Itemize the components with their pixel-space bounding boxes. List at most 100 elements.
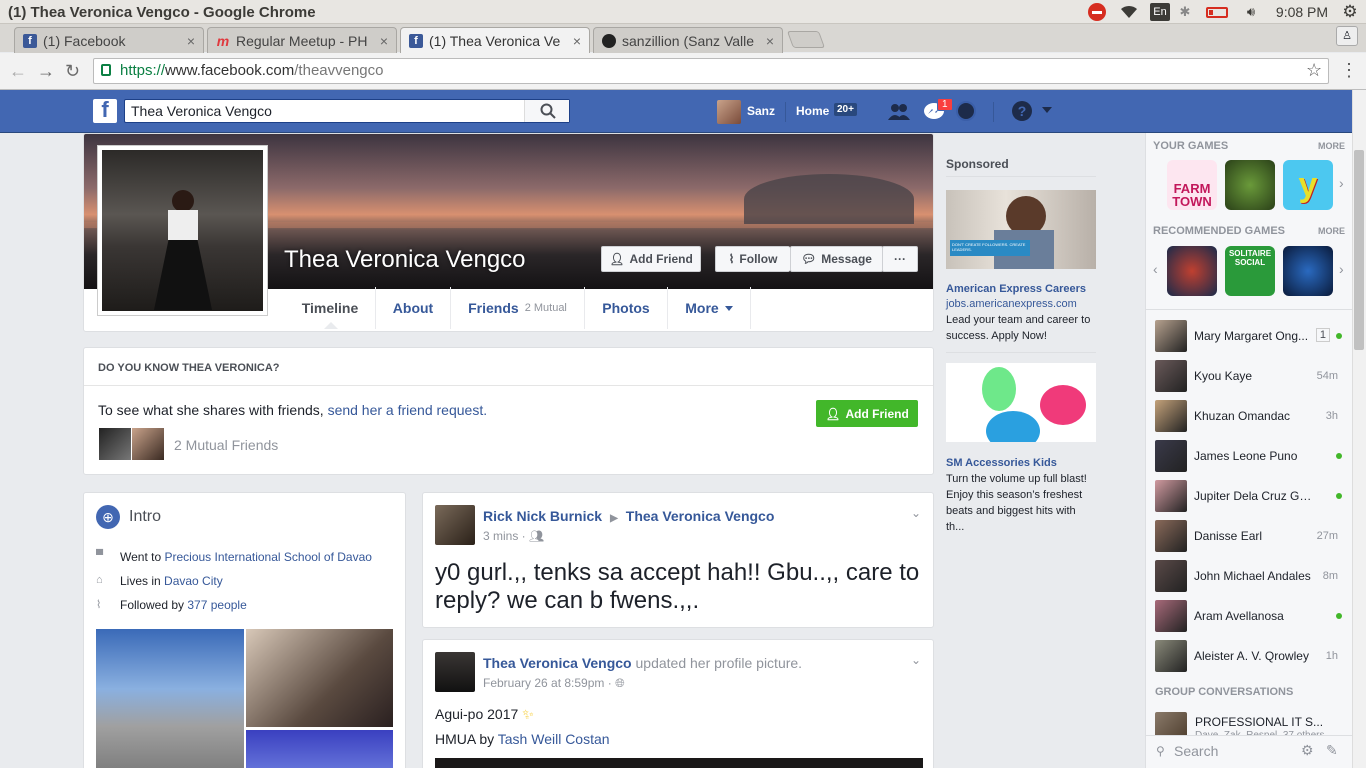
- friend-requests-icon[interactable]: [887, 102, 911, 125]
- post-photo[interactable]: [435, 758, 923, 768]
- help-question-icon[interactable]: ?: [1012, 101, 1032, 121]
- notifications-globe-icon[interactable]: [956, 101, 976, 121]
- game-yahtzee[interactable]: y: [1283, 160, 1333, 210]
- post-options-chevron-icon[interactable]: ⌄: [911, 653, 921, 667]
- profile-name[interactable]: Thea Veronica Vengco: [284, 246, 526, 274]
- bluetooth-icon[interactable]: ✱: [1178, 3, 1192, 21]
- group-name[interactable]: PROFESSIONAL IT S...: [1195, 715, 1323, 729]
- close-tab-icon[interactable]: ×: [380, 33, 388, 49]
- close-tab-icon[interactable]: ×: [766, 33, 774, 49]
- reload-icon[interactable]: ↻: [65, 61, 80, 82]
- online-indicator-icon: [1336, 453, 1342, 459]
- chat-contact[interactable]: Kyou Kaye 54m: [1146, 356, 1352, 396]
- tab-friends[interactable]: Friends 2 Mutual: [451, 287, 585, 329]
- post-author-link[interactable]: Rick Nick Burnick: [483, 508, 602, 524]
- battery-icon[interactable]: [1204, 3, 1230, 21]
- tab-about[interactable]: About: [376, 287, 451, 329]
- ad-title-link[interactable]: American Express Careers: [946, 283, 1086, 295]
- tab-thea-profile[interactable]: f (1) Thea Veronica Ve ×: [400, 27, 590, 53]
- close-tab-icon[interactable]: ×: [187, 33, 195, 49]
- chat-contact[interactable]: John Michael Andales 8m: [1146, 556, 1352, 596]
- intro-photo-group-beach[interactable]: [96, 629, 244, 768]
- mutual-friend-avatar[interactable]: [132, 428, 164, 460]
- send-friend-request-link[interactable]: send her a friend request.: [328, 402, 488, 418]
- clock[interactable]: 9:08 PM: [1272, 3, 1332, 21]
- new-tab-button[interactable]: [786, 31, 826, 48]
- chat-contact[interactable]: Aram Avellanosa: [1146, 596, 1352, 636]
- intro-photo-sky[interactable]: [246, 730, 393, 768]
- url-text[interactable]: https://www.facebook.com/theavvengco: [120, 62, 384, 79]
- mutual-friend-avatar[interactable]: [99, 428, 131, 460]
- add-friend-green-button[interactable]: 👤︎ Add Friend: [816, 400, 918, 427]
- recommended-games-heading: RECOMMENDED GAMES: [1153, 225, 1286, 237]
- recommended-more-link[interactable]: MORE: [1318, 226, 1345, 236]
- mutual-friends-link[interactable]: 2 Mutual Friends: [174, 437, 278, 453]
- profile-person-icon[interactable]: ♙: [1336, 26, 1358, 46]
- wifi-icon[interactable]: [1118, 3, 1140, 21]
- intro-photo-selfie[interactable]: [246, 629, 393, 727]
- post-author-avatar[interactable]: [435, 652, 475, 692]
- game-solitaire-social[interactable]: SOLITAIRE SOCIAL: [1225, 246, 1275, 296]
- home-link[interactable]: Home: [796, 104, 829, 118]
- message-button[interactable]: 💬︎ Message: [790, 246, 883, 272]
- tab-photos[interactable]: Photos: [585, 287, 668, 329]
- page-scrollbar-thumb[interactable]: [1354, 150, 1364, 350]
- tab-github[interactable]: sanzillion (Sanz Valle ×: [593, 27, 783, 53]
- chat-contact[interactable]: Danisse Earl 27m: [1146, 516, 1352, 556]
- chrome-menu-icon[interactable]: ⋮: [1340, 60, 1358, 81]
- post-time[interactable]: 3 mins · 👥︎: [483, 529, 544, 543]
- back-arrow-icon[interactable]: ←: [9, 61, 27, 82]
- post-target-link[interactable]: Thea Veronica Vengco: [626, 508, 775, 524]
- game-strategy[interactable]: [1225, 160, 1275, 210]
- recommended-next-chevron-icon[interactable]: ›: [1339, 261, 1344, 277]
- facebook-search-input[interactable]: Thea Veronica Vengco: [131, 103, 272, 119]
- school-link[interactable]: Precious International School of Davao: [164, 550, 371, 564]
- add-friend-button[interactable]: 👤︎ Add Friend: [601, 246, 701, 272]
- post-author-avatar[interactable]: [435, 505, 475, 545]
- bookmark-star-icon[interactable]: ☆: [1306, 60, 1322, 81]
- chat-contact[interactable]: Mary Margaret Ong... 1: [1146, 316, 1352, 356]
- city-link[interactable]: Davao City: [164, 574, 223, 588]
- ad-image-amex[interactable]: DON'T CREATE FOLLOWERS. CREATE LEADERS.: [946, 190, 1096, 269]
- tab-more[interactable]: More: [668, 287, 751, 329]
- ad-image-speakers[interactable]: [946, 363, 1096, 442]
- chat-contact[interactable]: Jupiter Dela Cruz Gem...: [1146, 476, 1352, 516]
- profile-picture[interactable]: [97, 145, 268, 316]
- tab-meetup[interactable]: m Regular Meetup - PH ×: [207, 27, 397, 53]
- facebook-logo-icon[interactable]: f: [93, 99, 117, 123]
- secure-lock-icon[interactable]: [101, 64, 111, 76]
- solitaire-social-label: SOLITAIRE SOCIAL: [1228, 249, 1272, 267]
- followers-link[interactable]: 377 people: [187, 598, 246, 612]
- recommended-prev-chevron-icon[interactable]: ‹: [1153, 261, 1158, 277]
- post-author-link[interactable]: Thea Veronica Vengco: [483, 655, 632, 671]
- account-menu-chevron-icon[interactable]: [1042, 107, 1052, 113]
- user-name-link[interactable]: Sanz: [747, 104, 775, 118]
- more-options-button[interactable]: ···: [882, 246, 918, 272]
- game-pirate[interactable]: [1167, 246, 1217, 296]
- volume-icon[interactable]: 🔊︎: [1240, 3, 1262, 21]
- new-message-compose-icon[interactable]: ✎: [1326, 742, 1338, 759]
- search-button[interactable]: [524, 100, 569, 122]
- tab-facebook[interactable]: f (1) Facebook ×: [14, 27, 204, 53]
- user-avatar[interactable]: [717, 100, 741, 124]
- ad-title-link[interactable]: SM Accessories Kids: [946, 457, 1057, 469]
- post-time[interactable]: February 26 at 8:59pm · 🌐︎: [483, 676, 625, 691]
- chat-settings-gear-icon[interactable]: ⚙: [1301, 742, 1314, 759]
- close-tab-icon[interactable]: ×: [573, 33, 581, 49]
- game-slither[interactable]: [1283, 246, 1333, 296]
- hmua-link[interactable]: Tash Weill Costan: [498, 731, 610, 747]
- chat-search-input[interactable]: Search: [1174, 743, 1218, 759]
- keyboard-layout-indicator[interactable]: En: [1150, 3, 1170, 21]
- forward-arrow-icon[interactable]: →: [37, 61, 55, 82]
- chat-contact[interactable]: Khuzan Omandac 3h: [1146, 396, 1352, 436]
- game-farm-town[interactable]: FARM TOWN: [1167, 160, 1217, 210]
- chat-contact[interactable]: James Leone Puno: [1146, 436, 1352, 476]
- post-options-chevron-icon[interactable]: ⌄: [911, 506, 921, 520]
- ad-domain-link[interactable]: jobs.americanexpress.com: [946, 298, 1077, 310]
- stop-icon[interactable]: [1087, 3, 1107, 21]
- follow-button[interactable]: ⌇ Follow: [715, 246, 790, 272]
- settings-gear-icon[interactable]: ⚙: [1340, 2, 1360, 21]
- chat-contact[interactable]: Aleister A. V. Qrowley 1h: [1146, 636, 1352, 676]
- games-next-chevron-icon[interactable]: ›: [1339, 175, 1344, 191]
- your-games-more-link[interactable]: MORE: [1318, 141, 1345, 151]
